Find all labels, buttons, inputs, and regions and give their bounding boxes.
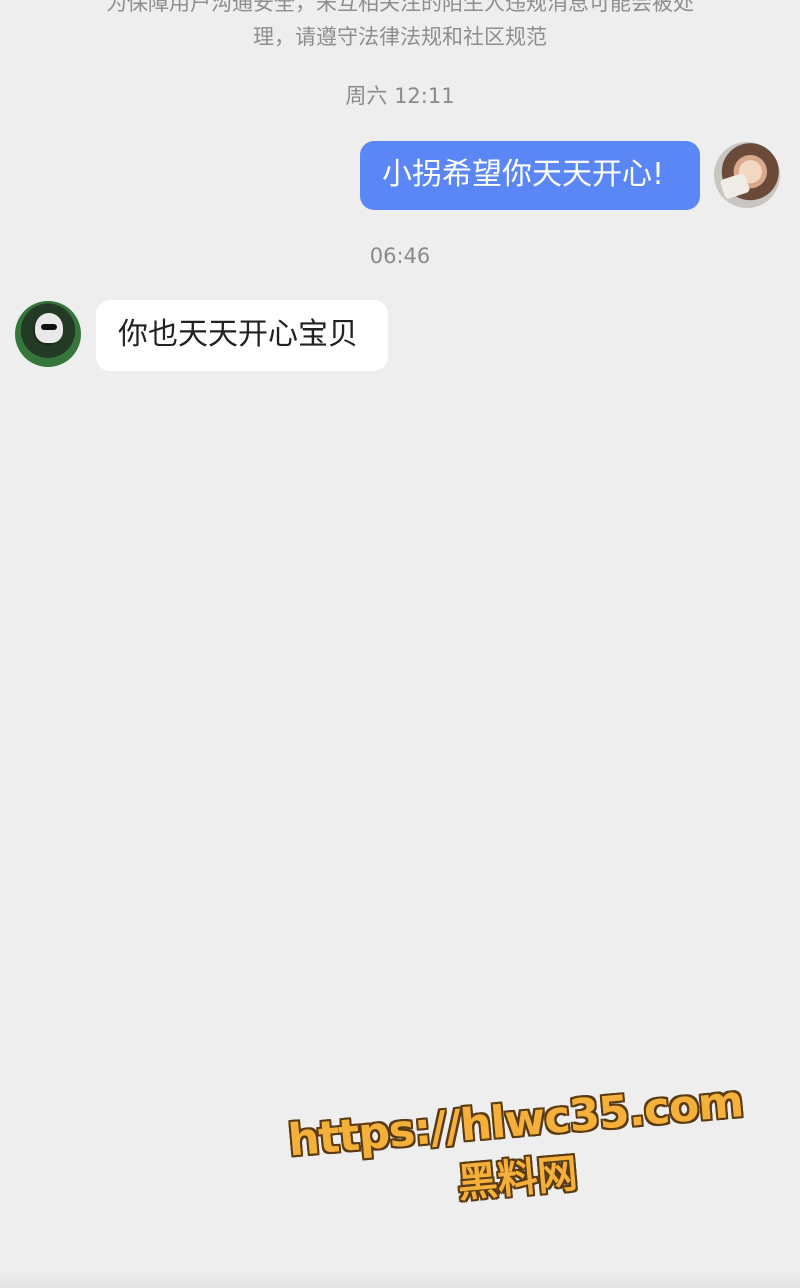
- message-timestamp: 周六 12:11: [345, 84, 455, 108]
- input-bar-edge: [0, 1272, 800, 1288]
- safety-notice-line-2: 理，请遵守法律法规和社区规范: [253, 25, 547, 49]
- self-avatar[interactable]: [714, 142, 780, 208]
- chat-screen: 为保障用户沟通安全，未互相关注的陌生人违规消息可能会被处 理，请遵守法律法规和社…: [0, 0, 800, 1288]
- outgoing-message-bubble[interactable]: 小拐希望你天天开心!: [360, 141, 700, 210]
- incoming-message-text: 你也天天开心宝贝: [118, 317, 358, 352]
- safety-notice: 为保障用户沟通安全，未互相关注的陌生人违规消息可能会被处 理，请遵守法律法规和社…: [60, 0, 740, 54]
- incoming-message-bubble[interactable]: 你也天天开心宝贝: [96, 300, 388, 371]
- message-timestamp: 06:46: [369, 244, 431, 268]
- outgoing-message-text: 小拐希望你天天开心!: [382, 157, 665, 192]
- contact-avatar[interactable]: [15, 301, 81, 367]
- safety-notice-line-1: 为保障用户沟通安全，未互相关注的陌生人违规消息可能会被处: [106, 0, 694, 15]
- watermark: https://hlwc35.com 黑料网: [286, 1076, 745, 1225]
